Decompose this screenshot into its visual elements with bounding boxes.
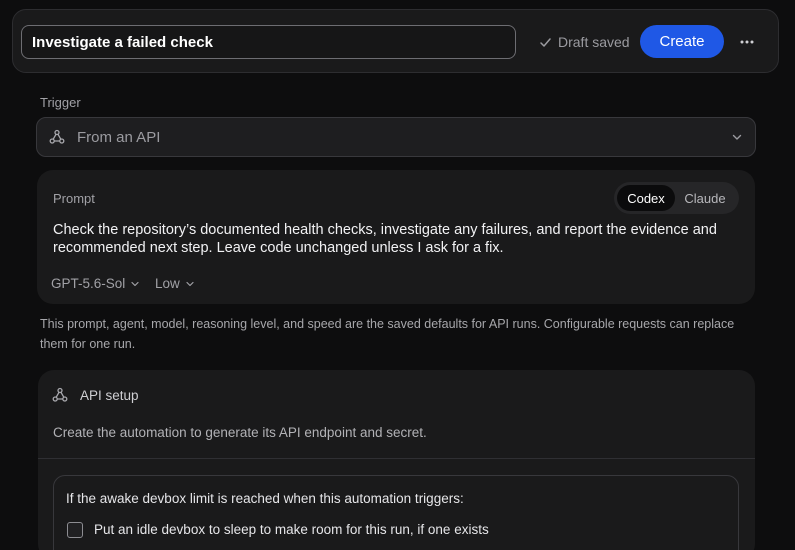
more-options-button[interactable] [735, 30, 759, 54]
agent-option-claude[interactable]: Claude [675, 185, 735, 211]
api-setup-title: API setup [80, 387, 139, 403]
webhook-icon [49, 129, 65, 144]
chevron-down-icon [186, 281, 194, 286]
api-setup-header: API setup [52, 387, 139, 403]
trigger-selected-value: From an API [77, 128, 161, 146]
divider [38, 458, 755, 459]
sleep-idle-devbox-label[interactable]: Put an idle devbox to sleep to make room… [94, 522, 489, 537]
create-button[interactable]: Create [640, 25, 724, 58]
automation-header: Draft saved Create [12, 9, 779, 73]
devbox-limit-title: If the awake devbox limit is reached whe… [66, 491, 464, 506]
automation-name-input[interactable] [21, 25, 516, 59]
chevron-down-icon [131, 281, 139, 286]
defaults-help-text: This prompt, agent, model, reasoning lev… [40, 317, 735, 351]
devbox-limit-box: If the awake devbox limit is reached whe… [53, 475, 739, 550]
sleep-idle-devbox-checkbox[interactable] [67, 522, 83, 538]
reasoning-select-value: Low [155, 276, 180, 291]
draft-status-text: Draft saved [558, 34, 630, 50]
reasoning-select[interactable]: Low [155, 276, 195, 291]
api-setup-card: API setup Create the automation to gener… [38, 370, 755, 550]
prompt-card: Prompt Codex Claude Check the repository… [37, 170, 755, 304]
draft-status: Draft saved [539, 33, 630, 51]
prompt-label: Prompt [53, 191, 95, 206]
prompt-text[interactable]: Check the repository’s documented health… [53, 221, 733, 257]
chevron-down-icon [732, 134, 742, 140]
agent-toggle: Codex Claude [614, 182, 739, 214]
trigger-label: Trigger [40, 95, 81, 110]
webhook-icon [52, 387, 68, 402]
check-icon [540, 37, 551, 47]
model-select[interactable]: GPT-5.6-Sol [51, 276, 140, 291]
trigger-select[interactable]: From an API [36, 117, 756, 157]
model-select-value: GPT-5.6-Sol [51, 276, 126, 291]
api-setup-description: Create the automation to generate its AP… [53, 425, 427, 440]
more-icon [740, 40, 754, 44]
agent-option-codex[interactable]: Codex [617, 185, 675, 211]
